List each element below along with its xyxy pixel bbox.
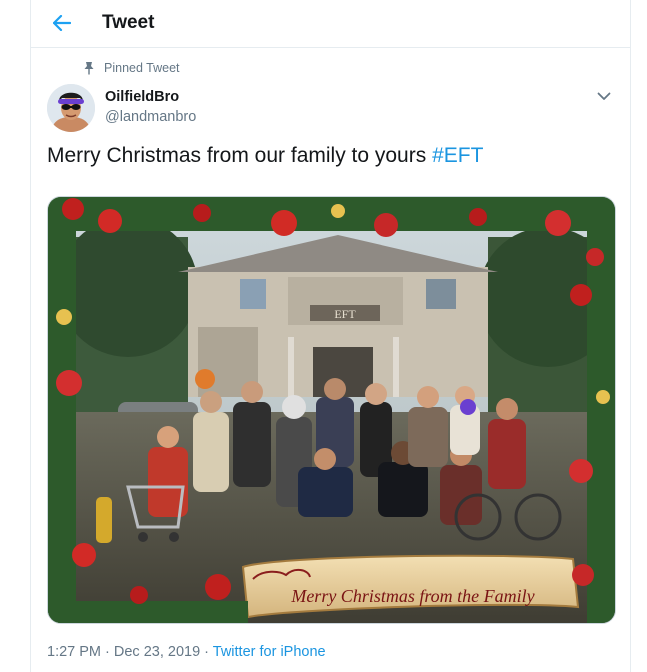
tweet-meta: 1:27 PM · Dec 23, 2019 · Twitter for iPh… <box>47 644 326 660</box>
tweet-detail-column: Tweet Pinned Tweet OilfieldBro @landmanb… <box>30 0 631 672</box>
author-handle[interactable]: @landmanbro <box>105 109 196 125</box>
timestamp[interactable]: 1:27 PM · Dec 23, 2019 · <box>47 644 209 660</box>
hashtag-link[interactable]: #EFT <box>432 144 483 167</box>
back-button[interactable] <box>45 6 79 40</box>
chevron-down-icon <box>597 92 611 100</box>
author-name[interactable]: OilfieldBro <box>105 89 179 105</box>
tweet-options-button[interactable] <box>593 86 615 106</box>
source-link[interactable]: Twitter for iPhone <box>213 644 326 660</box>
arrow-left-icon <box>53 15 71 31</box>
page-title: Tweet <box>102 12 155 33</box>
avatar[interactable] <box>47 84 95 132</box>
banner-text: Merry Christmas from the Family <box>290 586 534 606</box>
tweet-body: Merry Christmas from our family to yours <box>47 144 427 167</box>
pin-icon <box>84 62 94 75</box>
pinned-label: Pinned Tweet <box>104 61 180 75</box>
header-bar: Tweet <box>31 0 630 48</box>
tweet-photo[interactable]: EFT Merry Christmas from the Family <box>47 196 616 624</box>
pinned-indicator: Pinned Tweet <box>83 61 180 75</box>
tweet-text: Merry Christmas from our family to yours… <box>47 144 483 168</box>
christmas-family-photo: EFT Merry Christmas from the Family <box>48 197 615 623</box>
house-sign-text: EFT <box>334 307 356 321</box>
avatar-image <box>47 84 95 132</box>
